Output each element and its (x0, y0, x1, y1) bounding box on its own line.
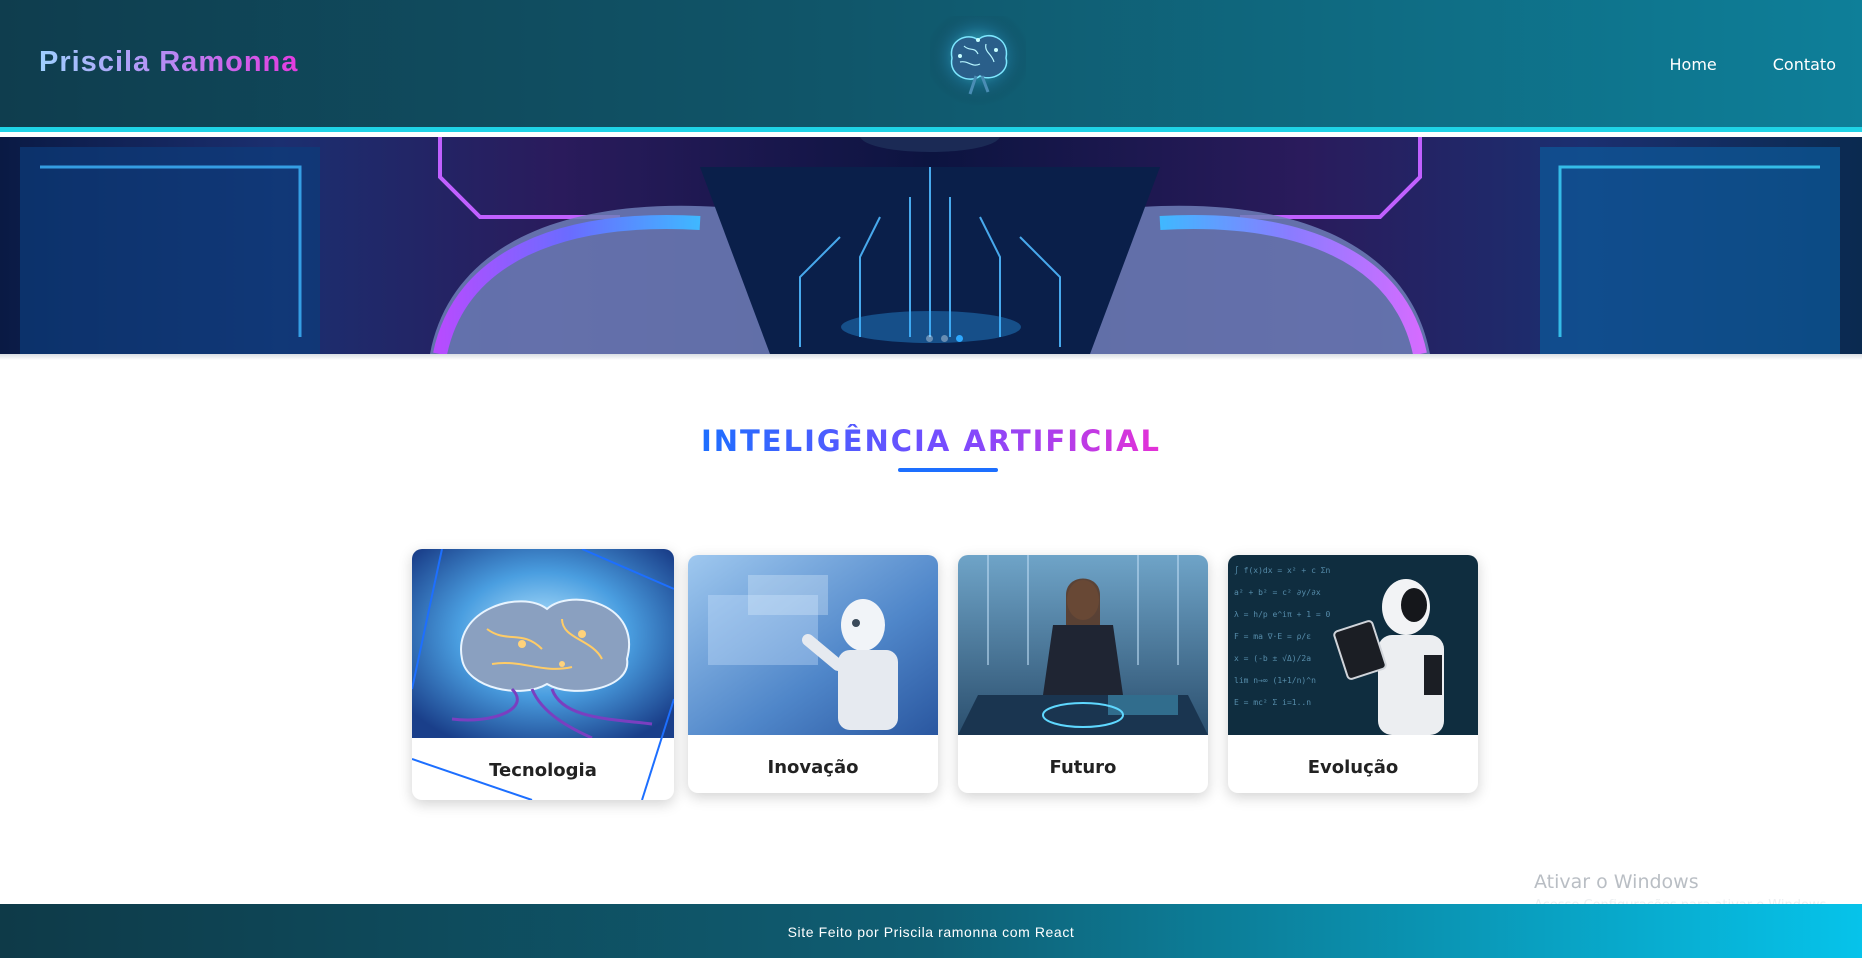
site-brand[interactable]: Priscila Ramonna (39, 46, 298, 79)
card-futuro[interactable]: Futuro (958, 555, 1208, 793)
carousel-indicators (926, 335, 963, 342)
svg-text:F = ma ∇·E = ρ/ε: F = ma ∇·E = ρ/ε (1234, 632, 1311, 641)
robot-hologram-image (688, 555, 938, 735)
card-tecnologia[interactable]: Tecnologia (412, 549, 674, 800)
brain-circuit-icon (930, 16, 1026, 106)
card-inovacao-label: Inovação (767, 757, 859, 778)
footer-text: Site Feito por Priscila ramonna com Reac… (787, 924, 1075, 940)
windows-activation-title: Ativar o Windows (1534, 871, 1699, 893)
svg-text:a² + b² = c² ∂y/∂x: a² + b² = c² ∂y/∂x (1234, 588, 1321, 597)
site-footer: Site Feito por Priscila ramonna com Reac… (0, 904, 1862, 958)
site-header: Priscila Ramonna Home Contato (0, 0, 1862, 132)
carousel-dot-1[interactable] (926, 335, 933, 342)
woman-holographic-desk-image (958, 555, 1208, 735)
main-nav: Home Contato (1670, 55, 1837, 74)
card-evolucao-label: Evolução (1307, 757, 1399, 778)
carousel-dot-2[interactable] (941, 335, 948, 342)
card-tecnologia-label: Tecnologia (489, 760, 597, 781)
svg-text:x = (-b ± √Δ)/2a: x = (-b ± √Δ)/2a (1234, 654, 1311, 663)
svg-text:lim n→∞ (1+1/n)^n: lim n→∞ (1+1/n)^n (1234, 676, 1316, 685)
robot-tablet-equations-image: ∫ f(x)dx = x² + c Σn a² + b² = c² ∂y/∂x … (1228, 555, 1478, 735)
nav-home-link[interactable]: Home (1670, 55, 1717, 74)
card-futuro-label: Futuro (1049, 757, 1117, 778)
hero-carousel[interactable] (0, 137, 1862, 354)
carousel-dot-3[interactable] (956, 335, 963, 342)
card-evolucao[interactable]: ∫ f(x)dx = x² + c Σn a² + b² = c² ∂y/∂x … (1228, 555, 1478, 793)
section-title: INTELIGÊNCIA ARTIFICIAL (700, 424, 1162, 458)
title-underline (898, 468, 998, 472)
nav-contato-link[interactable]: Contato (1773, 55, 1836, 74)
svg-text:∫ f(x)dx = x² + c Σn: ∫ f(x)dx = x² + c Σn (1234, 566, 1331, 575)
ai-robot-shoulders-neon-image (20, 137, 1840, 354)
svg-text:λ = h/p e^iπ + 1 = 0: λ = h/p e^iπ + 1 = 0 (1234, 610, 1331, 619)
hero-divider (0, 354, 1862, 360)
card-inovacao[interactable]: Inovação (688, 555, 938, 793)
svg-text:E = mc² Σ i=1..n: E = mc² Σ i=1..n (1234, 698, 1311, 707)
